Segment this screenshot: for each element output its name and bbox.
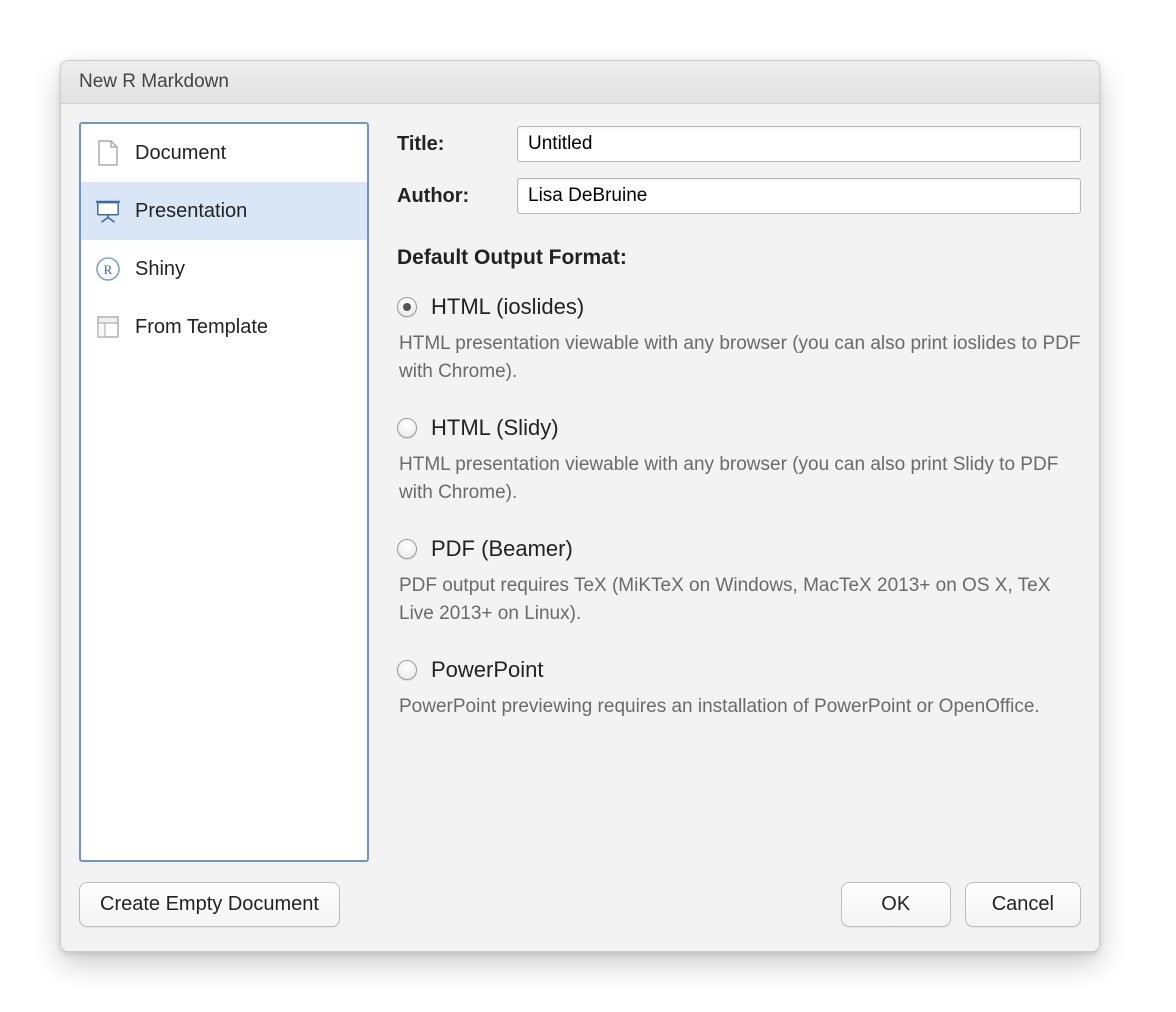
option-title: HTML (Slidy) [431, 415, 559, 441]
option-ioslides: HTML (ioslides) HTML presentation viewab… [397, 294, 1081, 385]
radio-powerpoint[interactable] [397, 660, 417, 680]
sidebar-item-label: Shiny [135, 258, 185, 281]
dialog-content: Document Presentation [61, 104, 1099, 868]
sidebar-item-label: Presentation [135, 200, 247, 223]
author-row: Author: [397, 178, 1081, 214]
title-input[interactable] [517, 126, 1081, 162]
sidebar-item-shiny[interactable]: R Shiny [81, 240, 367, 298]
option-slidy: HTML (Slidy) HTML presentation viewable … [397, 415, 1081, 506]
sidebar: Document Presentation [79, 122, 369, 862]
author-input[interactable] [517, 178, 1081, 214]
main-panel: Title: Author: Default Output Format: HT… [397, 122, 1081, 862]
option-title: HTML (ioslides) [431, 294, 584, 320]
sidebar-item-document[interactable]: Document [81, 124, 367, 182]
presentation-icon [95, 198, 121, 224]
radio-ioslides[interactable] [397, 297, 417, 317]
option-powerpoint: PowerPoint PowerPoint previewing require… [397, 657, 1081, 721]
option-desc: HTML presentation viewable with any brow… [397, 451, 1081, 506]
option-desc: PDF output requires TeX (MiKTeX on Windo… [397, 572, 1081, 627]
radio-slidy[interactable] [397, 418, 417, 438]
sidebar-item-label: Document [135, 142, 226, 165]
title-row: Title: [397, 126, 1081, 162]
title-label: Title: [397, 133, 517, 156]
button-row: Create Empty Document OK Cancel [61, 868, 1099, 951]
option-title: PDF (Beamer) [431, 536, 573, 562]
template-icon [95, 314, 121, 340]
sidebar-item-presentation[interactable]: Presentation [81, 182, 367, 240]
sidebar-item-from-template[interactable]: From Template [81, 298, 367, 356]
svg-text:R: R [104, 262, 113, 277]
dialog-title: New R Markdown [61, 61, 1099, 104]
new-rmarkdown-dialog: New R Markdown Document [60, 60, 1100, 952]
output-format-heading: Default Output Format: [397, 246, 1081, 270]
create-empty-button[interactable]: Create Empty Document [79, 882, 340, 927]
option-title: PowerPoint [431, 657, 544, 683]
option-desc: HTML presentation viewable with any brow… [397, 330, 1081, 385]
option-beamer: PDF (Beamer) PDF output requires TeX (Mi… [397, 536, 1081, 627]
cancel-button[interactable]: Cancel [965, 882, 1081, 927]
option-desc: PowerPoint previewing requires an instal… [397, 693, 1081, 721]
ok-button[interactable]: OK [841, 882, 951, 927]
shiny-icon: R [95, 256, 121, 282]
sidebar-item-label: From Template [135, 316, 268, 339]
author-label: Author: [397, 185, 517, 208]
radio-beamer[interactable] [397, 539, 417, 559]
document-icon [95, 140, 121, 166]
